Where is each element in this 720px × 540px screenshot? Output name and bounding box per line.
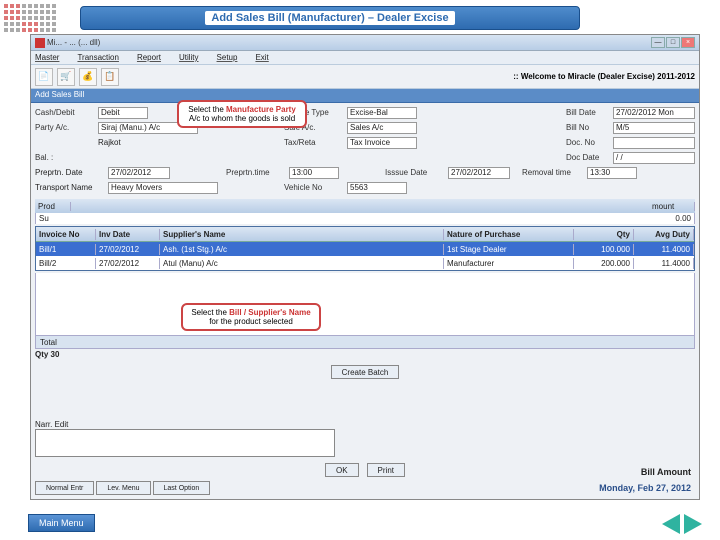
welcome-text: :: Welcome to Miracle (Dealer Excise) 20… — [513, 72, 695, 81]
normal-entry-button[interactable]: Normal Entr — [35, 481, 94, 495]
menu-transaction[interactable]: Transaction — [77, 53, 119, 62]
removal-time-field[interactable]: 13:30 — [587, 167, 637, 179]
invoice-type-field[interactable]: Excise-Bal — [347, 107, 417, 119]
preprtn-date-field[interactable]: 27/02/2012 — [108, 167, 170, 179]
party-label: Party A/c. — [35, 123, 95, 132]
transport-field[interactable]: Heavy Movers — [108, 182, 218, 194]
city-value: Rajkot — [98, 138, 198, 147]
menu-bar: Master Transaction Report Utility Setup … — [31, 51, 699, 65]
bill-amount-label: Bill Amount — [641, 467, 691, 477]
list-icon[interactable]: 📋 — [101, 68, 119, 86]
ok-button[interactable]: OK — [325, 463, 359, 477]
col-invoice-no[interactable]: Invoice No — [36, 229, 96, 240]
invoice-grid: Invoice No Inv Date Supplier's Name Natu… — [35, 226, 695, 271]
app-icon — [35, 38, 45, 48]
level-menu-button[interactable]: Lev. Menu — [96, 481, 150, 495]
substrip: Su 0.00 — [35, 213, 695, 224]
footer-date: Monday, Feb 27, 2012 — [599, 483, 691, 493]
grid-row-selected[interactable]: Bill/1 27/02/2012 Ash. (1st Stg.) A/c 1s… — [36, 242, 694, 256]
grid-empty-area — [35, 273, 695, 335]
create-batch-button[interactable]: Create Batch — [331, 365, 400, 379]
menu-utility[interactable]: Utility — [179, 53, 199, 62]
print-button[interactable]: Print — [367, 463, 405, 477]
callout-manufacture-party: Select the Manufacture Party A/c to whom… — [177, 100, 307, 128]
col-avg-duty[interactable]: Avg Duty — [634, 229, 694, 240]
grid-row[interactable]: Bill/2 27/02/2012 Atul (Manu) A/c Manufa… — [36, 256, 694, 270]
prev-arrow-icon[interactable] — [662, 514, 680, 534]
menu-master[interactable]: Master — [35, 53, 59, 62]
window-titlebar: Mi... - ... (... dll) — □ × — [31, 35, 699, 51]
qty-bar: Qty 30 — [35, 350, 695, 364]
col-qty[interactable]: Qty — [574, 229, 634, 240]
tax-field[interactable]: Tax Invoice — [347, 137, 417, 149]
cash-debit-label: Cash/Debit — [35, 108, 95, 117]
col-inv-date[interactable]: Inv Date — [96, 229, 160, 240]
bottom-options: Normal Entr Lev. Menu Last Option — [35, 481, 210, 495]
side-val: 0.00 — [675, 214, 691, 223]
doc-no-field[interactable] — [613, 137, 695, 149]
window-title: Mi... - ... (... dll) — [47, 38, 649, 47]
next-arrow-icon[interactable] — [684, 514, 702, 534]
page-title: Add Sales Bill (Manufacturer) – Dealer E… — [205, 11, 454, 25]
breadcrumb: Add Sales Bill — [31, 89, 699, 103]
preprtn-date-label: Preprtn. Date — [35, 168, 105, 177]
bill-date-label: Bill Date — [566, 108, 610, 117]
callout-bill-supplier: Select the Bill / Supplier's Name for th… — [181, 303, 321, 331]
product-header: Prod mount — [35, 199, 695, 213]
doc-date-label: Doc Date — [566, 153, 610, 162]
narration-area: Narr. Edit — [35, 420, 335, 457]
total-label: Total — [40, 338, 57, 347]
issue-date-label: Isssue Date — [385, 168, 445, 177]
amount-col: mount — [649, 202, 695, 211]
form-area: Cash/Debit Debit Invoice Type Excise-Bal… — [31, 103, 699, 197]
bill-no-field[interactable]: M/5 — [613, 122, 695, 134]
vehicle-label: Vehicle No — [284, 183, 344, 192]
maximize-button[interactable]: □ — [666, 37, 680, 48]
narration-field[interactable] — [35, 429, 335, 457]
sale-ac-field[interactable]: Sales A/c — [347, 122, 417, 134]
money-icon[interactable]: 💰 — [79, 68, 97, 86]
grid-header: Invoice No Inv Date Supplier's Name Natu… — [36, 227, 694, 242]
prod-col: Prod — [35, 202, 71, 211]
toolbar: 📄 🛒 💰 📋 :: Welcome to Miracle (Dealer Ex… — [31, 65, 699, 89]
transport-label: Transport Name — [35, 183, 105, 192]
close-button[interactable]: × — [681, 37, 695, 48]
last-option-button[interactable]: Last Option — [153, 481, 211, 495]
main-menu-button[interactable]: Main Menu — [28, 514, 95, 532]
decorative-dots — [4, 4, 64, 34]
vehicle-field[interactable]: 5563 — [347, 182, 407, 194]
issue-date-field[interactable]: 27/02/2012 — [448, 167, 510, 179]
tax-label: Tax/Reta — [284, 138, 344, 147]
bill-no-label: Bill No — [566, 123, 610, 132]
page-title-banner: Add Sales Bill (Manufacturer) – Dealer E… — [80, 6, 580, 30]
menu-report[interactable]: Report — [137, 53, 161, 62]
balance-label: Bal. : — [35, 153, 95, 162]
col-nature[interactable]: Nature of Purchase — [444, 229, 574, 240]
menu-setup[interactable]: Setup — [217, 53, 238, 62]
new-icon[interactable]: 📄 — [35, 68, 53, 86]
doc-date-field[interactable]: / / — [613, 152, 695, 164]
preprtn-time-label: Preprtn.time — [226, 168, 286, 177]
cash-debit-field[interactable]: Debit — [98, 107, 148, 119]
doc-no-label: Doc. No — [566, 138, 610, 147]
bill-date-field[interactable]: 27/02/2012 Mon — [613, 107, 695, 119]
preprtn-time-field[interactable]: 13:00 — [289, 167, 339, 179]
removal-time-label: Removal time — [522, 168, 584, 177]
total-bar: Total — [35, 335, 695, 349]
app-window: Mi... - ... (... dll) — □ × Master Trans… — [30, 34, 700, 500]
col-supplier[interactable]: Supplier's Name — [160, 229, 444, 240]
nav-arrows — [662, 514, 702, 534]
cart-icon[interactable]: 🛒 — [57, 68, 75, 86]
narration-label: Narr. Edit — [35, 420, 335, 429]
menu-exit[interactable]: Exit — [255, 53, 268, 62]
minimize-button[interactable]: — — [651, 37, 665, 48]
